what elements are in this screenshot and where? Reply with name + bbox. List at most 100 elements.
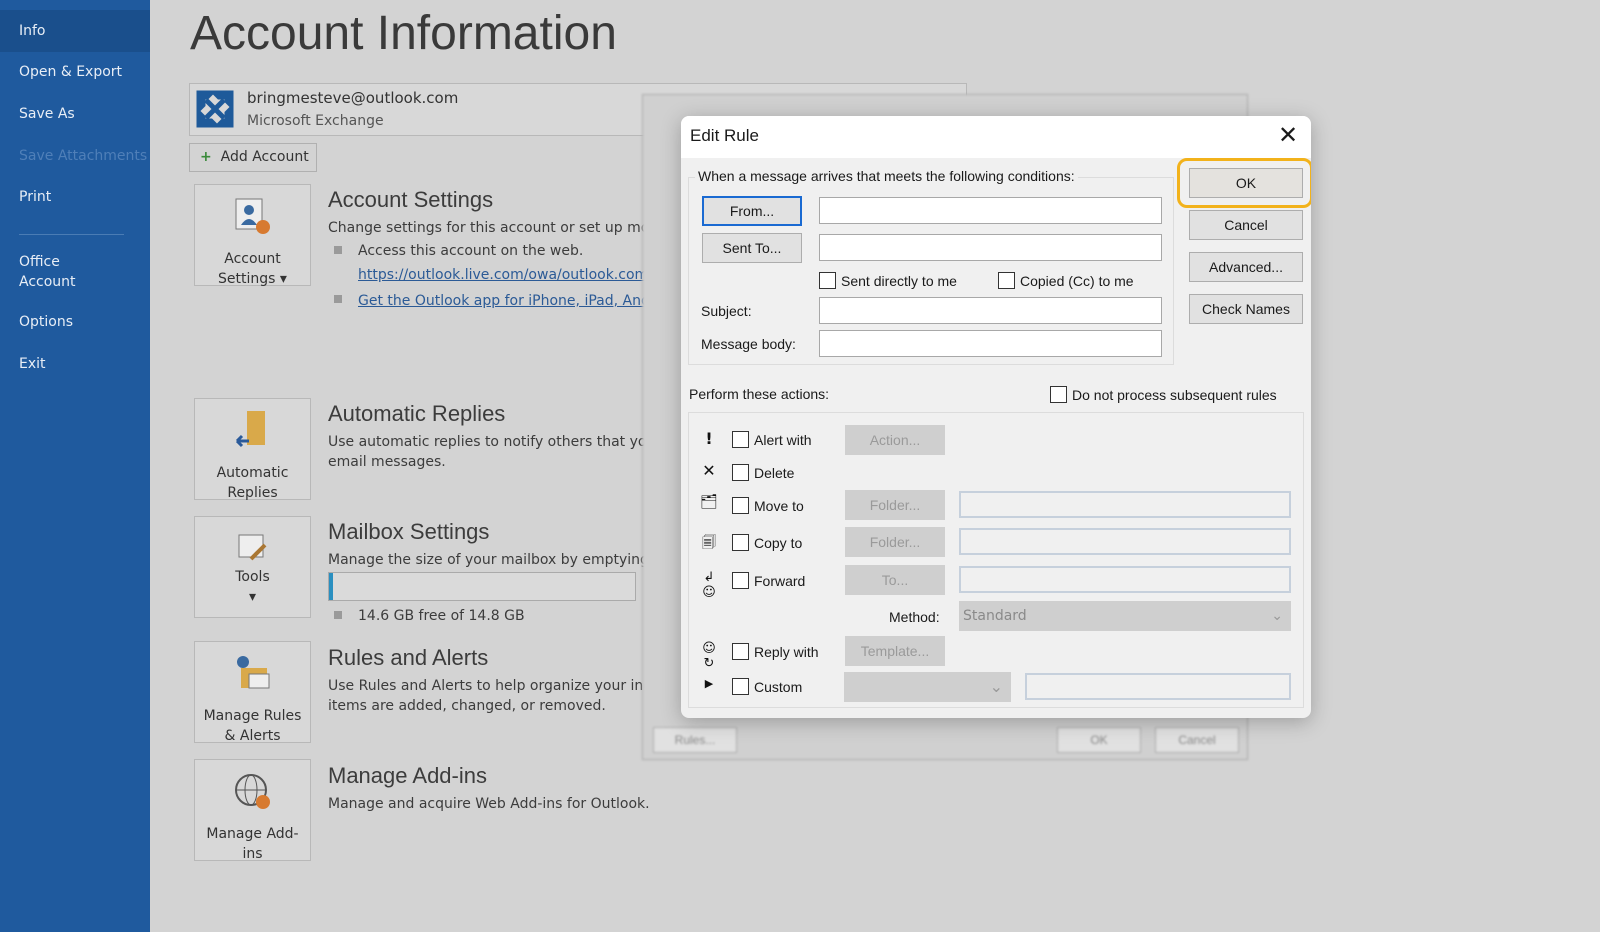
method-select: Standard ⌄ bbox=[959, 601, 1291, 631]
chevron-down-icon: ⌄ bbox=[989, 677, 1003, 696]
manage-addins-title: Manage Add-ins bbox=[328, 763, 487, 788]
custom-input bbox=[1025, 673, 1291, 700]
rules-alerts-desc: Use Rules and Alerts to help organize yo… bbox=[328, 678, 666, 694]
mailbox-usage-text: 14.6 GB free of 14.8 GB bbox=[358, 608, 525, 624]
sent-to-button[interactable]: Sent To... bbox=[702, 233, 802, 263]
tile-label: Manage Rules & Alerts bbox=[203, 708, 302, 744]
owa-link[interactable]: https://outlook.live.com/owa/outlook.com… bbox=[358, 265, 653, 285]
message-body-input[interactable] bbox=[819, 330, 1162, 357]
subject-input[interactable] bbox=[819, 297, 1162, 324]
cancel-button[interactable]: Cancel bbox=[1189, 210, 1303, 240]
check-names-button[interactable]: Check Names bbox=[1189, 294, 1303, 324]
bg-cancel-button: Cancel bbox=[1155, 727, 1239, 753]
bullet bbox=[334, 295, 342, 303]
copied-checkbox[interactable] bbox=[998, 272, 1015, 289]
delete-x-icon: ✕ bbox=[702, 461, 716, 480]
move-checkbox[interactable] bbox=[732, 497, 749, 514]
web-access-text: Access this account on the web. bbox=[358, 243, 584, 259]
advanced-button[interactable]: Advanced... bbox=[1189, 252, 1303, 282]
nav-save-attachments: Save Attachments bbox=[19, 148, 148, 164]
mailbox-settings-title: Mailbox Settings bbox=[328, 519, 490, 544]
exchange-logo-icon bbox=[196, 90, 234, 128]
alert-label: Alert with bbox=[754, 432, 812, 448]
copy-folder-icon: 🗐 bbox=[702, 535, 716, 551]
reply-icon: ☺↻ bbox=[702, 641, 716, 671]
globe-gear-icon bbox=[235, 774, 270, 809]
expand-triangle-icon: ▶ bbox=[704, 677, 714, 690]
account-type: Microsoft Exchange bbox=[247, 113, 384, 129]
add-account-button[interactable]: + Add Account bbox=[189, 143, 317, 172]
nav-options[interactable]: Options bbox=[0, 314, 150, 330]
tile-label: Account Settings bbox=[218, 251, 281, 287]
manage-addins-desc: Manage and acquire Web Add-ins for Outlo… bbox=[328, 796, 650, 812]
tools-icon bbox=[238, 534, 267, 561]
close-icon[interactable]: ✕ bbox=[1278, 121, 1298, 150]
copy-folder-input bbox=[959, 528, 1291, 555]
tools-tile[interactable]: Tools ▾ bbox=[194, 516, 311, 618]
do-not-process-label: Do not process subsequent rules bbox=[1072, 387, 1277, 403]
mailbox-usage-bar bbox=[328, 572, 636, 601]
bullet bbox=[334, 611, 342, 619]
forward-icon: ↲☺ bbox=[702, 570, 716, 600]
do-not-process-checkbox[interactable] bbox=[1050, 386, 1067, 403]
forward-checkbox[interactable] bbox=[732, 572, 749, 589]
copy-checkbox[interactable] bbox=[732, 534, 749, 551]
method-label: Method: bbox=[889, 609, 940, 625]
nav-info[interactable]: Info bbox=[0, 10, 150, 52]
reply-checkbox[interactable] bbox=[732, 643, 749, 660]
account-settings-title: Account Settings bbox=[328, 187, 494, 212]
sidebar: Info Open & Export Save As Save Attachme… bbox=[0, 0, 150, 932]
move-folder-button: Folder... bbox=[845, 490, 945, 520]
nav-save-as[interactable]: Save As bbox=[0, 106, 150, 122]
manage-addins-tile[interactable]: Manage Add-ins bbox=[194, 759, 311, 862]
alert-checkbox[interactable] bbox=[732, 431, 749, 448]
manage-rules-tile[interactable]: Manage Rules & Alerts bbox=[194, 641, 311, 744]
sent-directly-label: Sent directly to me bbox=[841, 273, 957, 289]
automatic-replies-tile[interactable]: Automatic Replies bbox=[194, 398, 311, 501]
tile-label: Tools bbox=[235, 569, 270, 585]
forward-to-button: To... bbox=[845, 565, 945, 595]
nav-exit[interactable]: Exit bbox=[0, 356, 150, 372]
bullet bbox=[334, 246, 342, 254]
custom-select: ⌄ bbox=[844, 672, 1011, 702]
dialog-titlebar: Edit Rule ✕ bbox=[681, 116, 1311, 158]
subject-label: Subject: bbox=[701, 303, 752, 319]
method-value: Standard bbox=[963, 608, 1027, 624]
nav-open-export[interactable]: Open & Export bbox=[0, 64, 150, 80]
forward-label: Forward bbox=[754, 573, 806, 589]
automatic-replies-desc: Use automatic replies to notify others t… bbox=[328, 434, 669, 450]
forward-to-input bbox=[959, 566, 1291, 593]
automatic-replies-title: Automatic Replies bbox=[328, 401, 506, 426]
copy-folder-button: Folder... bbox=[845, 527, 945, 557]
tile-label: Manage Add-ins bbox=[206, 826, 299, 862]
ok-button[interactable]: OK bbox=[1189, 168, 1303, 198]
custom-label: Custom bbox=[754, 679, 803, 695]
exclamation-icon: ! bbox=[705, 429, 713, 448]
sent-to-input[interactable] bbox=[819, 234, 1162, 261]
delete-checkbox[interactable] bbox=[732, 464, 749, 481]
action-button: Action... bbox=[845, 425, 945, 455]
actions-group bbox=[688, 412, 1304, 708]
sent-directly-checkbox[interactable] bbox=[819, 272, 836, 289]
custom-checkbox[interactable] bbox=[732, 678, 749, 695]
delete-label: Delete bbox=[754, 465, 795, 481]
account-settings-desc: Change settings for this account or set … bbox=[328, 220, 664, 236]
add-account-label: Add Account bbox=[220, 149, 309, 165]
outlook-app-link[interactable]: Get the Outlook app for iPhone, iPad, An… bbox=[358, 291, 664, 311]
mailbox-settings-desc: Manage the size of your mailbox by empty… bbox=[328, 552, 665, 568]
copy-label: Copy to bbox=[754, 535, 803, 551]
copied-label: Copied (Cc) to me bbox=[1020, 273, 1134, 289]
account-settings-tile[interactable]: Account Settings ▾ bbox=[194, 184, 311, 287]
door-arrow-icon bbox=[235, 411, 265, 448]
move-folder-input bbox=[959, 491, 1291, 518]
account-settings-icon bbox=[235, 198, 270, 234]
conditions-label: When a message arrives that meets the fo… bbox=[695, 168, 1078, 184]
mailbox-usage-fill bbox=[329, 573, 334, 600]
nav-office-account[interactable]: Office Account bbox=[0, 252, 90, 292]
tile-label: Automatic Replies bbox=[216, 465, 289, 501]
from-input[interactable] bbox=[819, 197, 1162, 224]
edit-rule-dialog: Edit Rule ✕ When a message arrives that … bbox=[681, 116, 1311, 718]
from-button[interactable]: From... bbox=[702, 196, 802, 226]
automatic-replies-desc2: email messages. bbox=[328, 454, 446, 470]
nav-print[interactable]: Print bbox=[0, 189, 150, 205]
